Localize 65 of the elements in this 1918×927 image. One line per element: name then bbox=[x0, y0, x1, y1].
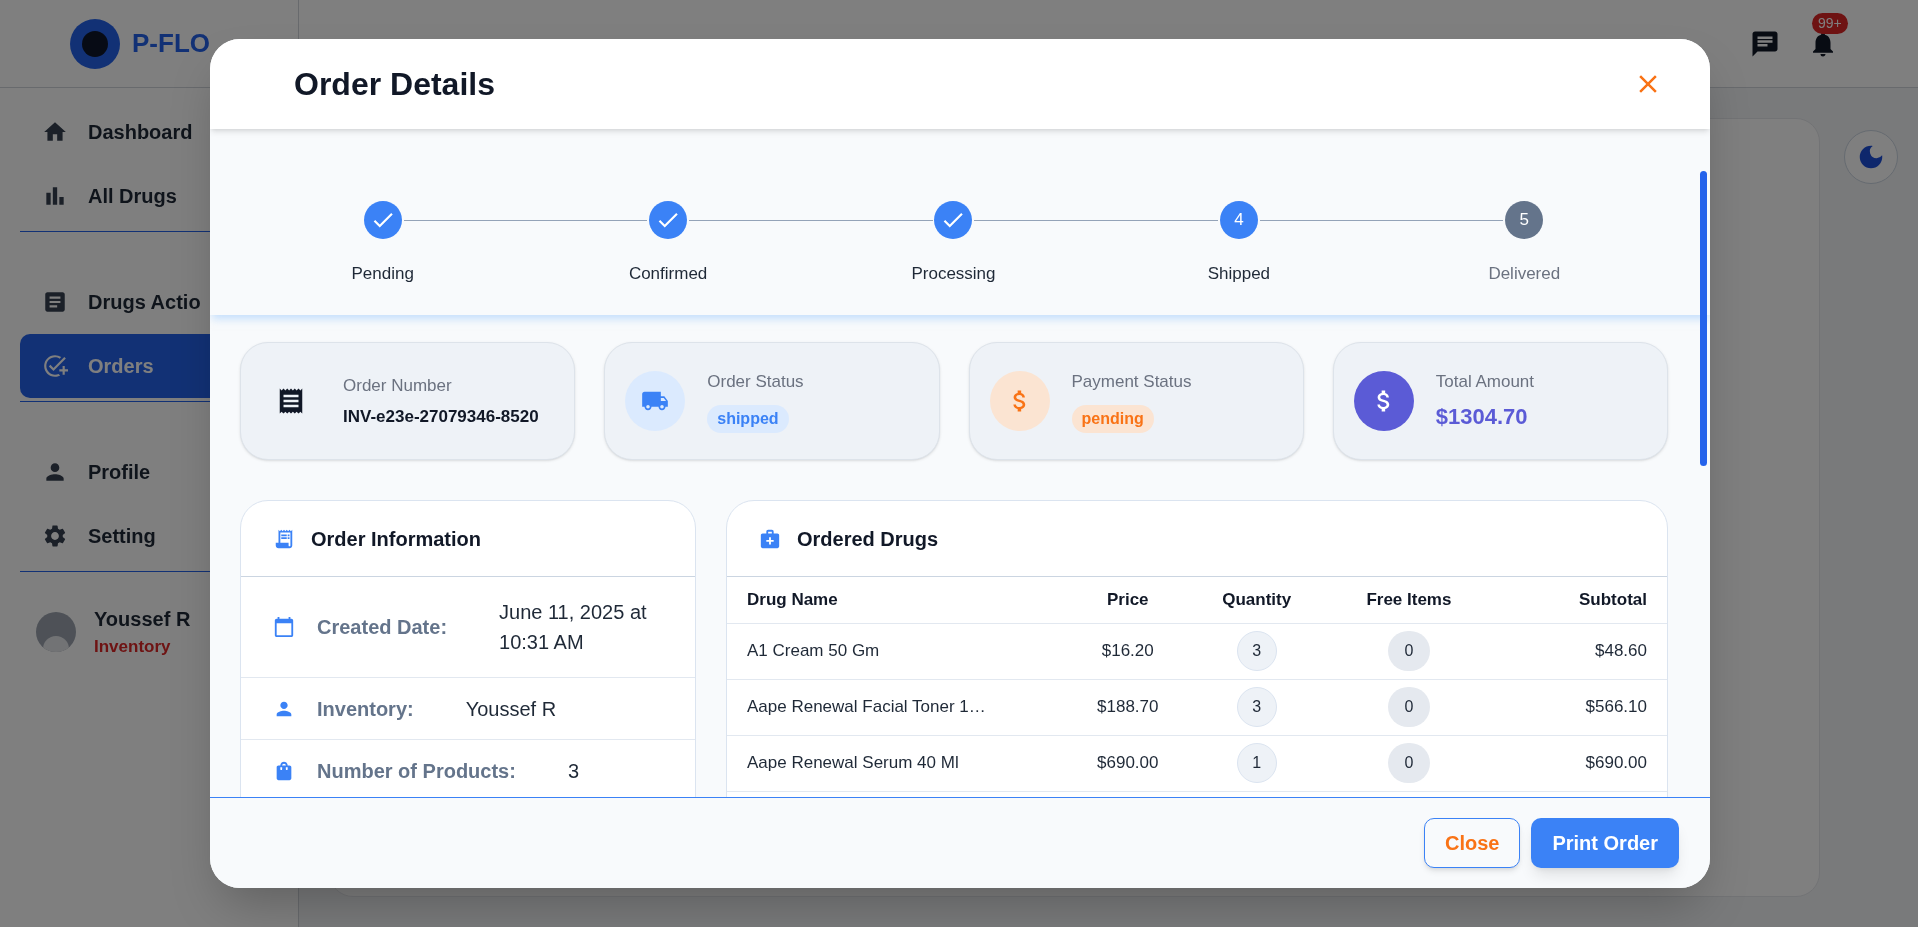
step-label: Delivered bbox=[1488, 263, 1561, 285]
theme-toggle[interactable] bbox=[1844, 130, 1898, 184]
step-indicator: 5 bbox=[1505, 201, 1544, 239]
info-label: Number of Products: bbox=[317, 758, 516, 784]
info-label: Inventory: bbox=[317, 696, 414, 722]
sidebar-item[interactable]: All Drugs bbox=[20, 164, 278, 228]
quantity-pill: 3 bbox=[1236, 631, 1277, 671]
step-label: Pending bbox=[351, 263, 414, 285]
card-value: INV-e23e-27079346-8520 bbox=[343, 406, 539, 428]
notification-count: 99+ bbox=[1812, 12, 1848, 34]
receipt-icon bbox=[273, 527, 295, 550]
panel-title: Ordered Drugs bbox=[797, 526, 939, 552]
check-circle-plus-icon bbox=[42, 353, 68, 379]
column-header: Subtotal bbox=[1493, 577, 1667, 623]
quantity-pill: 3 bbox=[1236, 687, 1277, 727]
avatar bbox=[36, 611, 76, 652]
settings-icon bbox=[42, 523, 68, 549]
panel-title: Order Information bbox=[311, 526, 481, 552]
close-button[interactable]: Close bbox=[1423, 818, 1521, 868]
free-items-pill: 0 bbox=[1387, 743, 1430, 783]
sidebar-item[interactable]: Setting bbox=[20, 504, 278, 568]
column-header: Drug Name bbox=[727, 577, 1067, 623]
table-cell: $690.00 bbox=[1493, 735, 1667, 791]
table-cell: Aape Renewal Facial Toner 1… bbox=[727, 679, 1067, 735]
dialog-title: Order Details bbox=[294, 65, 495, 104]
user-role: Inventory bbox=[94, 636, 172, 658]
step-label: Processing bbox=[911, 263, 996, 285]
medical-kit-icon bbox=[759, 527, 781, 550]
sidebar-item[interactable]: Dashboard bbox=[20, 100, 278, 164]
table-cell: $566.10 bbox=[1493, 679, 1667, 735]
info-value: 3 bbox=[567, 758, 580, 784]
column-header: Quantity bbox=[1188, 577, 1325, 623]
card-label: Order Status bbox=[707, 371, 804, 394]
info-value: Youssef R bbox=[465, 696, 557, 722]
logo-icon bbox=[70, 18, 120, 69]
step-indicator: 4 bbox=[1219, 201, 1258, 239]
info-value: June 11, 2025 at 10:31 AM bbox=[499, 600, 648, 655]
free-items-pill: 0 bbox=[1387, 687, 1430, 727]
table-cell: $188.70 bbox=[1067, 679, 1189, 735]
card-value: shipped bbox=[707, 404, 789, 433]
print-order-button[interactable]: Print Order bbox=[1531, 818, 1679, 868]
sidebar-item[interactable]: Profile bbox=[20, 440, 278, 504]
quantity-pill: 1 bbox=[1236, 743, 1277, 783]
table-cell: $48.60 bbox=[1493, 623, 1667, 679]
card-label: Total Amount bbox=[1435, 370, 1535, 393]
document-icon bbox=[42, 289, 68, 315]
card-label: Payment Status bbox=[1071, 371, 1192, 394]
column-header: Free Items bbox=[1324, 577, 1493, 623]
sidebar-item[interactable]: Drugs Actio bbox=[20, 270, 278, 334]
scrollbar-thumb[interactable] bbox=[1700, 171, 1707, 466]
brand-name: P-FLO bbox=[132, 27, 210, 60]
step-label: Shipped bbox=[1207, 263, 1271, 285]
column-header: Price bbox=[1067, 577, 1189, 623]
free-items-pill: 0 bbox=[1387, 631, 1430, 671]
card-value: $1304.70 bbox=[1435, 403, 1528, 432]
step-label: Confirmed bbox=[628, 263, 708, 285]
calendar-icon bbox=[273, 616, 295, 638]
table-cell: A1 Cream 50 Gm bbox=[727, 623, 1067, 679]
card-label: Order Number bbox=[343, 374, 452, 397]
user-name: Youssef R bbox=[94, 607, 191, 632]
table-cell: $16.20 bbox=[1067, 623, 1189, 679]
table-cell: Aape Renewal Serum 40 Ml bbox=[727, 735, 1067, 791]
card-value: pending bbox=[1071, 404, 1154, 433]
info-label: Created Date: bbox=[317, 615, 448, 640]
table-cell: $690.00 bbox=[1067, 735, 1189, 791]
